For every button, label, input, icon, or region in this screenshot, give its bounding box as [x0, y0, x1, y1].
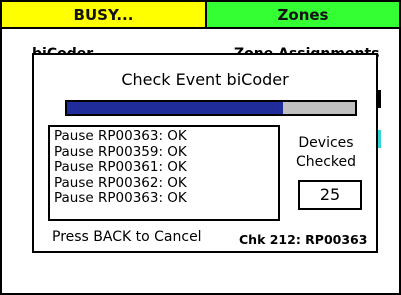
check-event-dialog: Check Event biCoder Pause RP00363: OK Pau… [32, 53, 378, 253]
tab-busy[interactable]: BUSY... [2, 2, 207, 29]
log-line: Pause RP00363: OK [54, 128, 187, 144]
event-log: Pause RP00363: OK Pause RP00359: OK Pause … [48, 125, 280, 221]
dialog-title: Check Event biCoder [121, 70, 289, 89]
background-highlight [378, 130, 381, 148]
checked-label: Checked [295, 154, 357, 170]
progress-bar [65, 100, 357, 116]
devices-label: Devices [298, 135, 354, 151]
log-line: Pause RP00359: OK [54, 143, 187, 160]
background-divider [378, 90, 381, 108]
tab-zones[interactable]: Zones [207, 2, 399, 29]
log-line: Pause RP00363: OK [54, 190, 187, 206]
screen-frame: BUSY... Zones biCoder Zone Assignments C… [0, 0, 401, 295]
progress-bar-fill [67, 102, 283, 114]
check-status: Chk 212: RP00363 [239, 232, 368, 247]
cancel-hint: Press BACK to Cancel [52, 229, 202, 245]
log-line: Pause RP00362: OK [54, 174, 187, 191]
log-line: Pause RP00361: OK [54, 159, 187, 175]
devices-checked-count: 25 [298, 180, 362, 210]
